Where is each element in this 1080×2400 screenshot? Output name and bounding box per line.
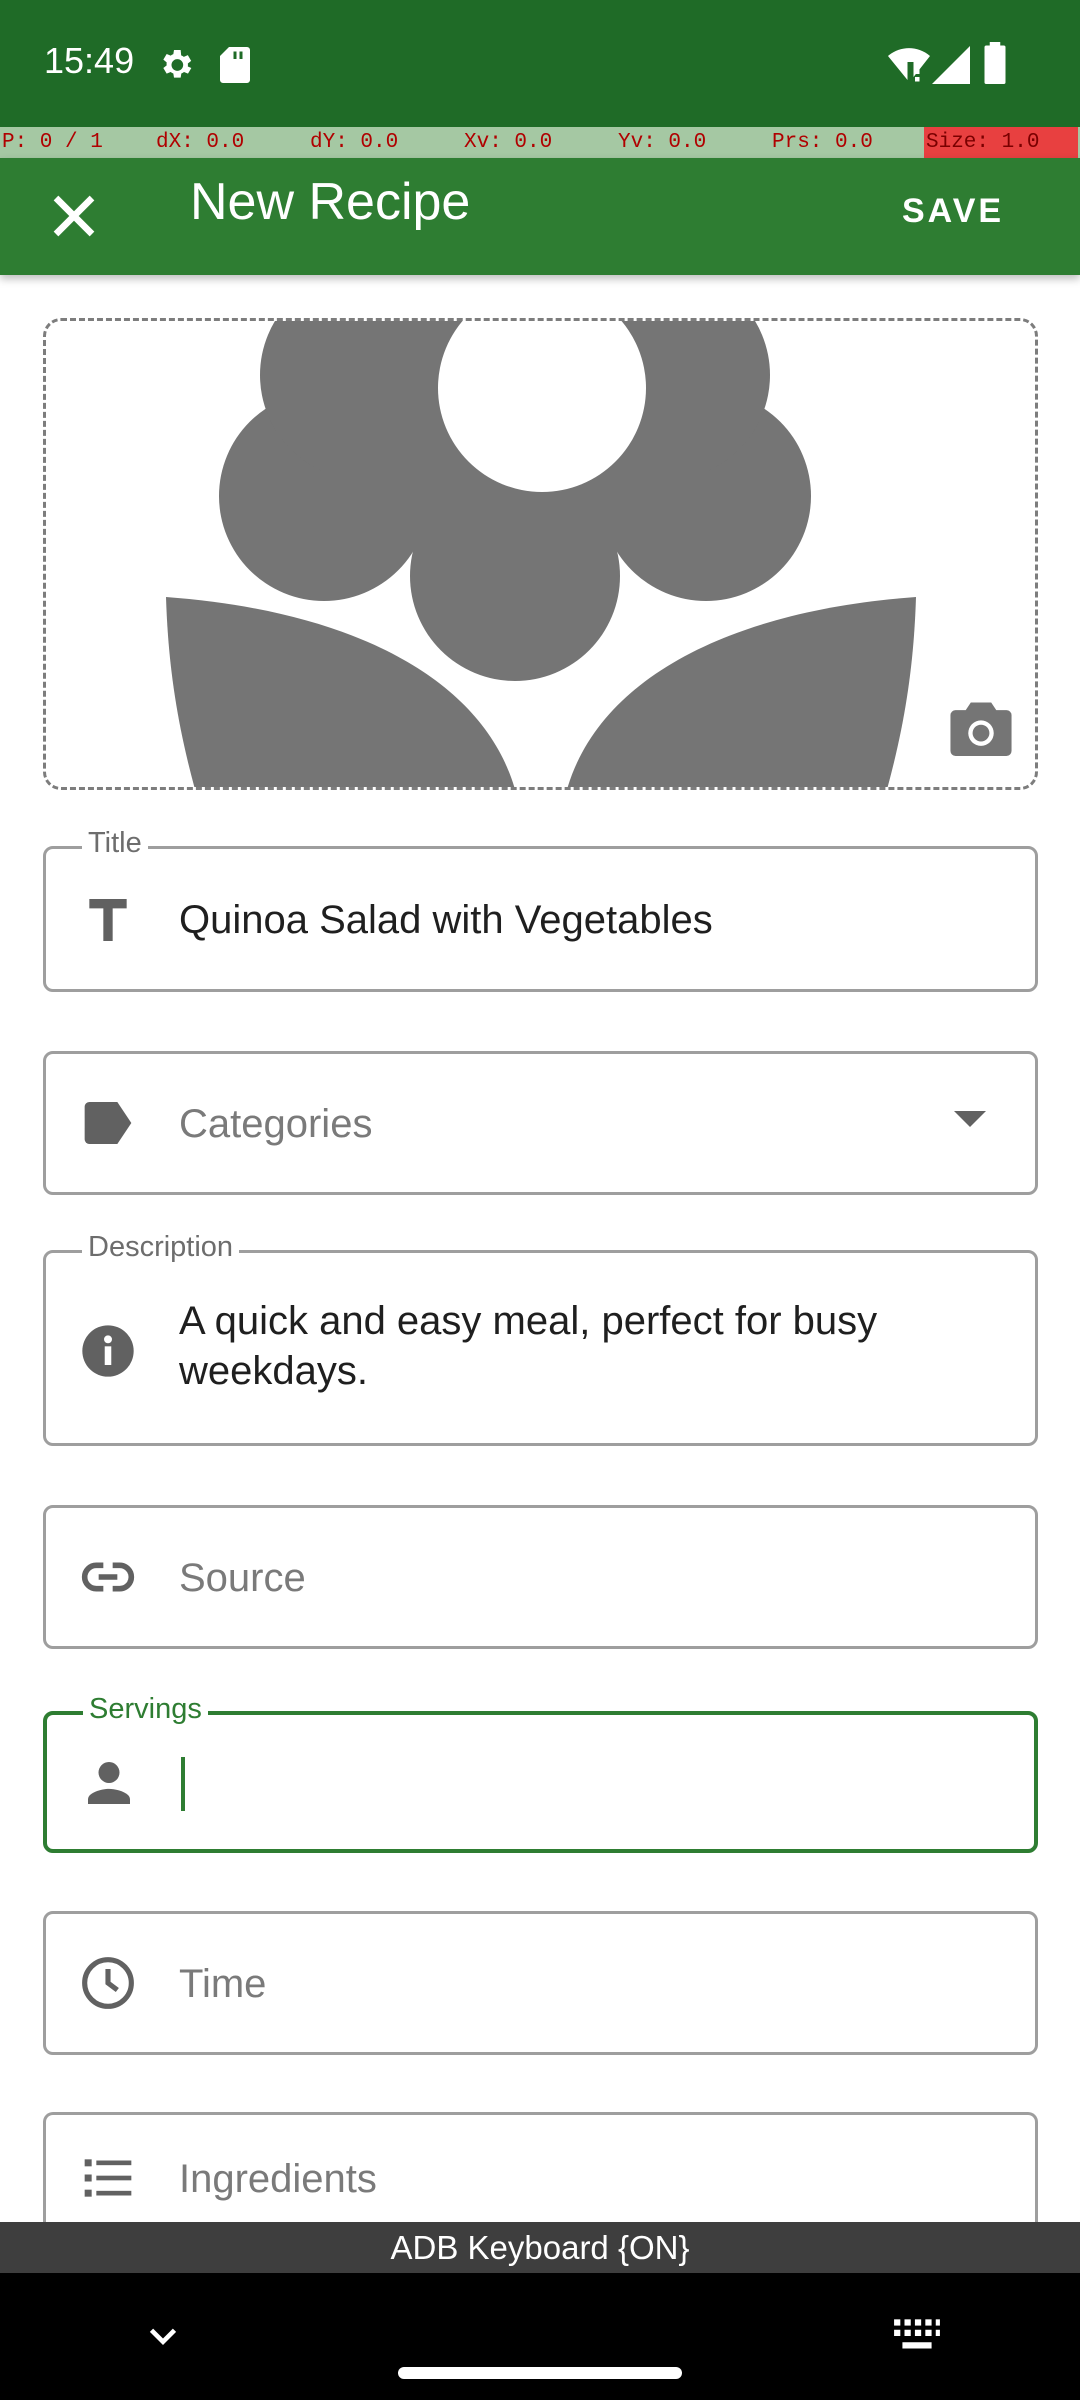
description-line-1: A quick and easy meal, perfect for busy xyxy=(179,1299,878,1343)
title-field[interactable]: Title Quinoa Salad with Vegetables xyxy=(43,827,1038,992)
signal-icon xyxy=(932,46,970,84)
hide-keyboard-icon[interactable] xyxy=(140,2313,186,2359)
status-time: 15:49 xyxy=(44,40,135,81)
settings-icon xyxy=(163,50,192,78)
navigation-bar xyxy=(0,2273,1080,2400)
pointer-count: P: 0 / 1 xyxy=(2,131,103,154)
text-icon xyxy=(89,899,127,941)
text-cursor xyxy=(181,1757,185,1811)
pointer-dy: dY: 0.0 xyxy=(310,131,399,154)
link-icon xyxy=(81,1562,135,1592)
description-line-2: weekdays. xyxy=(179,1349,368,1393)
ingredients-field[interactable]: Ingredients xyxy=(43,2112,1038,2232)
sd-card-icon xyxy=(220,47,250,83)
title-value: Quinoa Salad with Vegetables xyxy=(179,898,713,942)
time-field[interactable]: Time xyxy=(43,1911,1038,2055)
source-placeholder: Source xyxy=(179,1556,306,1600)
app-bar: New Recipe SAVE xyxy=(0,158,1080,275)
servings-field-label: Servings xyxy=(83,1693,208,1726)
pointer-pressure: Prs: 0.0 xyxy=(772,131,873,154)
pointer-size: Size: 1.0 xyxy=(924,127,1078,158)
pointer-dx: dX: 0.0 xyxy=(156,131,245,154)
list-icon xyxy=(84,2159,132,2197)
pointer-xv: Xv: 0.0 xyxy=(464,131,553,154)
close-icon[interactable] xyxy=(38,180,110,252)
camera-icon[interactable] xyxy=(950,700,1012,756)
description-field[interactable]: Description A quick and easy meal, perfe… xyxy=(43,1231,1038,1446)
page-title: New Recipe xyxy=(190,173,471,231)
chevron-down-icon xyxy=(954,1111,986,1127)
battery-icon xyxy=(984,42,1006,84)
servings-field[interactable]: Servings xyxy=(43,1693,1038,1853)
title-field-label: Title xyxy=(82,827,148,860)
home-handle[interactable] xyxy=(398,2367,682,2379)
save-button[interactable]: SAVE xyxy=(902,182,1004,240)
pointer-location-overlay: P: 0 / 1 dX: 0.0 dY: 0.0 Xv: 0.0 Yv: 0.0… xyxy=(0,127,1080,158)
description-field-label: Description xyxy=(82,1231,240,1264)
source-field[interactable]: Source xyxy=(43,1505,1038,1649)
categories-dropdown[interactable]: Categories xyxy=(43,1051,1038,1195)
wifi-icon xyxy=(888,48,930,82)
clock-icon xyxy=(82,1957,134,2009)
status-bar: 15:49 xyxy=(0,0,1080,127)
ingredients-placeholder: Ingredients xyxy=(179,2157,377,2201)
flower-icon xyxy=(166,321,916,787)
info-icon xyxy=(82,1325,134,1377)
pointer-yv: Yv: 0.0 xyxy=(618,131,707,154)
time-placeholder: Time xyxy=(179,1962,267,2006)
categories-placeholder: Categories xyxy=(179,1102,373,1146)
keyboard-status-banner: ADB Keyboard {ON} xyxy=(0,2222,1080,2273)
recipe-image-picker[interactable] xyxy=(43,318,1038,790)
person-icon xyxy=(88,1762,130,1804)
keyboard-switch-icon[interactable] xyxy=(892,2313,942,2359)
label-icon xyxy=(84,1102,132,1144)
